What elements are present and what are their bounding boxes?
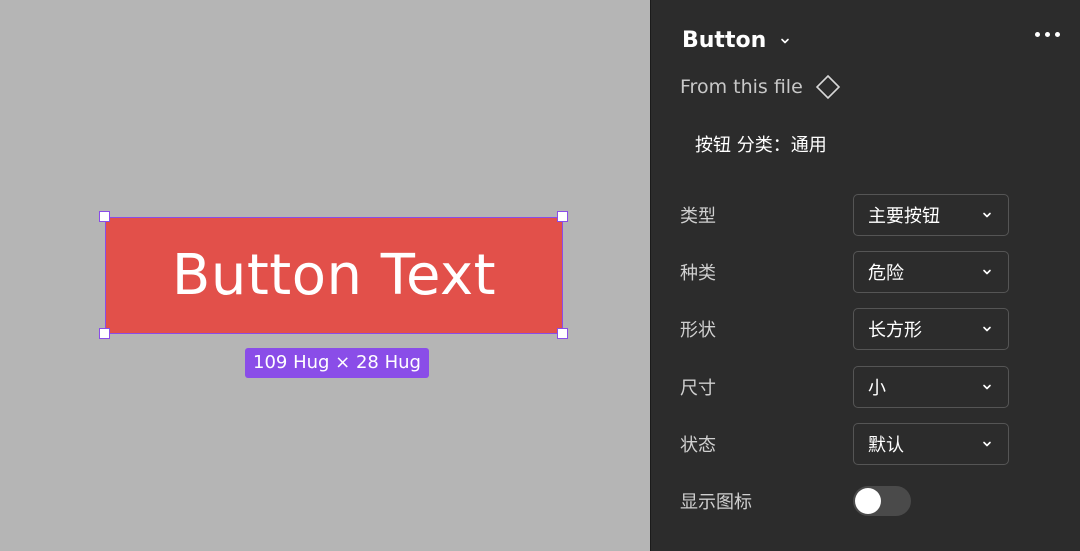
chevron-down-icon xyxy=(983,326,991,332)
select-value: 小 xyxy=(868,378,886,399)
component-source[interactable]: From this file xyxy=(680,74,841,100)
property-label: 显示图标 xyxy=(680,492,752,513)
chevron-down-icon xyxy=(983,269,991,275)
property-select-shape[interactable]: 长方形 xyxy=(853,308,1009,350)
more-options-icon[interactable] xyxy=(1035,32,1060,37)
property-select-variant[interactable]: 危险 xyxy=(853,251,1009,293)
property-row-shape: 形状 长方形 xyxy=(680,308,1070,350)
select-value: 长方形 xyxy=(868,320,922,341)
chevron-down-icon xyxy=(983,212,991,218)
property-row-show-icon: 显示图标 xyxy=(680,480,1070,522)
property-row-type: 类型 主要按钮 xyxy=(680,194,1070,236)
component-name: Button xyxy=(682,28,767,53)
size-badge: 109 Hug × 28 Hug xyxy=(245,348,429,378)
resize-handle-top-left[interactable] xyxy=(99,211,110,222)
property-label: 尺寸 xyxy=(680,378,716,399)
properties-panel: Button From this file 按钮 分类：通用 类型 主要按钮 种… xyxy=(650,0,1080,551)
component-category: 按钮 分类：通用 xyxy=(695,135,827,156)
property-select-state[interactable]: 默认 xyxy=(853,423,1009,465)
chevron-down-icon xyxy=(781,38,790,43)
chevron-down-icon xyxy=(983,441,991,447)
property-label: 状态 xyxy=(680,435,716,456)
property-row-size: 尺寸 小 xyxy=(680,366,1070,408)
toggle-knob xyxy=(855,488,881,514)
resize-handle-bottom-left[interactable] xyxy=(99,328,110,339)
button-text: Button Text xyxy=(171,243,497,308)
component-selector[interactable]: Button xyxy=(682,28,790,53)
chevron-down-icon xyxy=(983,384,991,390)
property-row-variant: 种类 危险 xyxy=(680,251,1070,293)
select-value: 默认 xyxy=(868,435,904,456)
source-label: From this file xyxy=(680,76,803,98)
property-row-state: 状态 默认 xyxy=(680,423,1070,465)
property-select-size[interactable]: 小 xyxy=(853,366,1009,408)
resize-handle-bottom-right[interactable] xyxy=(557,328,568,339)
component-diamond-icon xyxy=(815,74,840,100)
canvas[interactable]: Button Text 109 Hug × 28 Hug xyxy=(0,0,650,551)
resize-handle-top-right[interactable] xyxy=(557,211,568,222)
property-label: 种类 xyxy=(680,263,716,284)
selected-button-component[interactable]: Button Text xyxy=(105,217,563,334)
select-value: 危险 xyxy=(868,263,904,284)
property-label: 形状 xyxy=(680,320,716,341)
property-label: 类型 xyxy=(680,206,716,227)
show-icon-toggle[interactable] xyxy=(853,486,911,516)
property-select-type[interactable]: 主要按钮 xyxy=(853,194,1009,236)
select-value: 主要按钮 xyxy=(868,206,940,227)
